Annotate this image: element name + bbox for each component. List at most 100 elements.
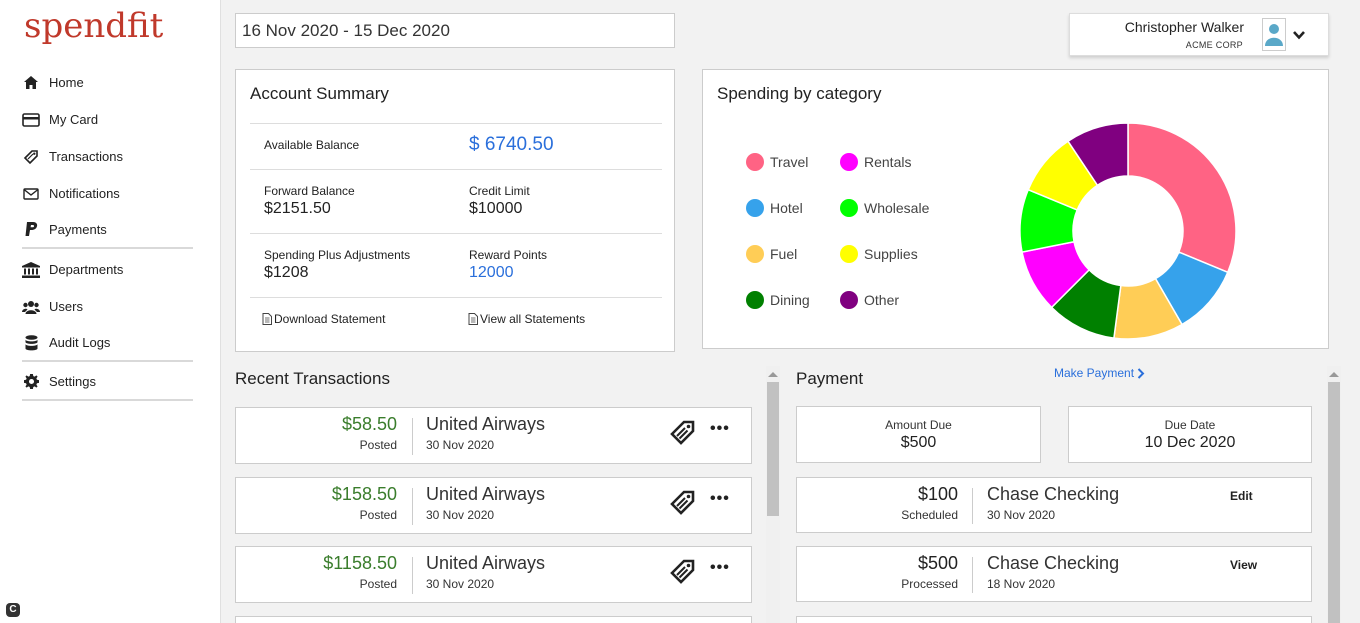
payment-status: Scheduled: [901, 508, 958, 522]
sidebar-item-audit-logs[interactable]: Audit Logs: [22, 325, 193, 362]
transaction-date: 30 Nov 2020: [426, 577, 495, 591]
payment-card-partial[interactable]: [796, 616, 1312, 623]
legend-item-supplies[interactable]: Supplies: [840, 245, 918, 263]
amount-due-label: Amount Due: [885, 418, 952, 432]
legend-label: Rentals: [864, 154, 912, 170]
payment-card[interactable]: $500 Processed Chase Checking 18 Nov 202…: [796, 546, 1312, 602]
tag-icon[interactable]: [669, 488, 697, 516]
transaction-card[interactable]: $58.50 Posted United Airways 30 Nov 2020…: [235, 407, 752, 464]
download-statement-link[interactable]: Download Statement: [262, 312, 385, 326]
legend-swatch: [746, 153, 764, 171]
scrollbar-thumb[interactable]: [1328, 382, 1340, 623]
transaction-amount: $58.50: [341, 414, 397, 434]
reward-points-value[interactable]: 12000: [469, 264, 514, 282]
forward-balance-value: $2151.50: [264, 200, 331, 217]
transaction-card[interactable]: $158.50 Posted United Airways 30 Nov 202…: [235, 477, 752, 534]
sidebar-item-settings[interactable]: Settings: [22, 364, 193, 401]
payment-title: Payment: [796, 369, 864, 388]
user-name: Christopher Walker: [1124, 19, 1244, 35]
transaction-amount: $158.50: [331, 484, 397, 504]
transaction-card-partial[interactable]: [235, 616, 752, 623]
legend-item-travel[interactable]: Travel: [746, 153, 808, 171]
divider: [412, 488, 413, 525]
sidebar-item-home[interactable]: Home: [22, 64, 193, 101]
make-payment-link[interactable]: Make Payment: [1054, 366, 1145, 380]
avatar: [1262, 18, 1286, 51]
credit-limit-label: Credit Limit: [469, 184, 530, 198]
divider: [972, 557, 973, 593]
transaction-date: 30 Nov 2020: [426, 438, 495, 452]
home-icon: [22, 74, 40, 92]
bank-icon: [22, 261, 40, 279]
statement-links-row: Download Statement View all Statements: [250, 297, 662, 341]
legend-swatch: [746, 199, 764, 217]
spending-title: Spending by category: [717, 84, 882, 103]
extension-badge[interactable]: C: [6, 603, 20, 617]
payment-card[interactable]: $100 Scheduled Chase Checking 30 Nov 202…: [796, 477, 1312, 533]
legend-item-rentals[interactable]: Rentals: [840, 153, 911, 171]
view-payment-button[interactable]: View: [1230, 558, 1257, 572]
legend-swatch: [840, 291, 858, 309]
sidebar-item-transactions[interactable]: Transactions: [22, 138, 193, 175]
donut-slice-travel[interactable]: [1127, 122, 1237, 274]
envelope-icon: [22, 185, 40, 203]
chevron-right-icon: [1137, 367, 1145, 379]
tag-icon[interactable]: [669, 557, 697, 585]
payment-account: Chase Checking: [987, 484, 1120, 504]
user-org: ACME CORP: [1185, 40, 1243, 50]
divider: [412, 557, 413, 594]
amount-due-box: Amount Due $500: [796, 406, 1041, 463]
view-all-statements-label: View all Statements: [480, 312, 586, 326]
sidebar-item-label: Users: [49, 299, 83, 314]
legend-swatch: [746, 245, 764, 263]
user-menu[interactable]: Christopher Walker ACME CORP: [1069, 13, 1329, 56]
legend-item-other[interactable]: Other: [840, 291, 899, 309]
divider: [972, 488, 973, 524]
scrollbar-thumb[interactable]: [767, 382, 779, 516]
view-all-statements-link[interactable]: View all Statements: [468, 312, 585, 326]
sidebar-item-label: Settings: [49, 374, 96, 389]
due-date-value: 10 Dec 2020: [1144, 434, 1236, 451]
date-range-picker[interactable]: 16 Nov 2020 - 15 Dec 2020: [235, 13, 675, 48]
scroll-up-arrow[interactable]: [768, 372, 778, 377]
sidebar-item-my-card[interactable]: My Card: [22, 101, 193, 138]
legend-item-hotel[interactable]: Hotel: [746, 199, 803, 217]
sidebar-item-label: Audit Logs: [49, 335, 111, 350]
spending-plus-label: Spending Plus Adjustments: [264, 248, 411, 262]
sidebar-item-notifications[interactable]: Notifications: [22, 175, 193, 212]
legend-label: Supplies: [864, 246, 918, 262]
more-options-button[interactable]: •••: [710, 420, 730, 438]
account-summary-card: Account Summary Available Balance $ 6740…: [235, 69, 675, 352]
sidebar-item-label: Home: [49, 75, 84, 90]
sidebar-item-users[interactable]: Users: [22, 288, 193, 325]
sidebar-item-payments[interactable]: Payments: [22, 212, 193, 249]
edit-payment-button[interactable]: Edit: [1230, 489, 1253, 503]
transactions-scrollbar[interactable]: [766, 366, 780, 623]
account-summary-title: Account Summary: [250, 84, 389, 103]
tag-icon: [22, 148, 40, 166]
payment-date: 30 Nov 2020: [987, 508, 1056, 522]
transaction-merchant: United Airways: [426, 484, 546, 504]
sidebar-item-departments[interactable]: Departments: [22, 251, 193, 288]
document-icon: [262, 313, 272, 325]
available-balance-row: Available Balance $ 6740.50: [250, 123, 662, 169]
legend-item-fuel[interactable]: Fuel: [746, 245, 797, 263]
scroll-up-arrow[interactable]: [1329, 372, 1339, 377]
payment-scrollbar[interactable]: [1327, 366, 1341, 623]
legend-item-dining[interactable]: Dining: [746, 291, 810, 309]
more-options-button[interactable]: •••: [710, 559, 730, 577]
due-date-box: Due Date 10 Dec 2020: [1068, 406, 1312, 463]
tag-icon[interactable]: [669, 418, 697, 446]
chevron-down-icon[interactable]: [1292, 28, 1306, 42]
payment-amount: $100: [917, 484, 958, 504]
legend-label: Other: [864, 292, 900, 308]
transaction-merchant: United Airways: [426, 553, 546, 573]
gear-icon: [22, 373, 40, 391]
legend-item-wholesale[interactable]: Wholesale: [840, 199, 929, 217]
more-options-button[interactable]: •••: [710, 490, 730, 508]
transaction-status: Posted: [359, 508, 397, 522]
legend-label: Travel: [770, 154, 809, 170]
due-date-label: Due Date: [1164, 418, 1216, 432]
transaction-card[interactable]: $1158.50 Posted United Airways 30 Nov 20…: [235, 546, 752, 603]
logo[interactable]: spendfit: [24, 6, 163, 46]
